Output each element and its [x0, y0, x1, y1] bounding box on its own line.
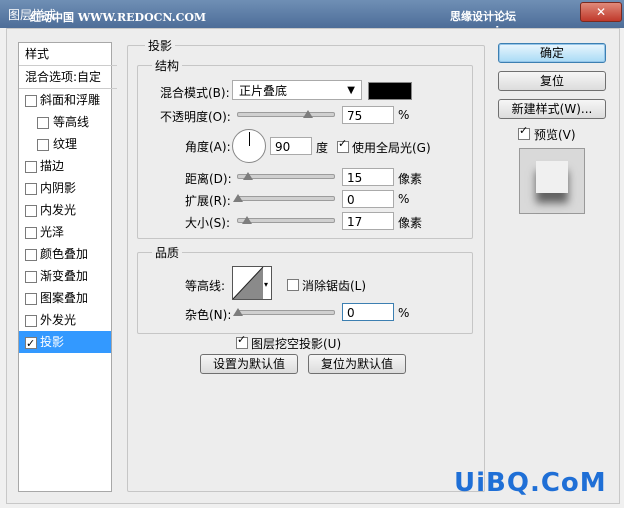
style-item-checkbox[interactable]	[25, 333, 37, 355]
distance-slider-thumb[interactable]	[243, 172, 253, 180]
drop-shadow-title: 投影	[145, 37, 176, 54]
noise-input[interactable]: 0	[342, 303, 394, 321]
blend-mode-select[interactable]: 正片叠底 ▼	[232, 80, 362, 100]
style-item-checkbox[interactable]	[37, 139, 49, 151]
contour-label: 等高线:	[185, 279, 226, 293]
opacity-slider-thumb[interactable]	[303, 110, 313, 118]
style-item-checkbox[interactable]	[25, 293, 37, 305]
style-item[interactable]: 渐变叠加	[19, 265, 111, 287]
chevron-down-icon: ▼	[347, 85, 355, 96]
distance-label: 距离(D):	[185, 172, 232, 186]
spread-unit: %	[398, 192, 410, 206]
knockout-label: 图层挖空投影(U)	[251, 337, 342, 351]
opacity-label: 不透明度(O):	[160, 110, 231, 124]
preview-square	[536, 161, 568, 193]
style-item-label: 内发光	[40, 203, 77, 217]
style-item-label: 外发光	[40, 313, 77, 327]
angle-needle	[249, 132, 250, 146]
styles-list: 样式 混合选项:自定 斜面和浮雕等高线纹理描边内阴影内发光光泽颜色叠加渐变叠加图…	[18, 42, 117, 492]
style-item-checkbox[interactable]	[25, 95, 37, 107]
style-item-label: 斜面和浮雕	[40, 93, 101, 107]
anti-alias-label: 消除锯齿(L)	[302, 279, 367, 293]
style-item[interactable]: 内发光	[19, 199, 111, 221]
structure-title: 结构	[152, 57, 183, 74]
angle-input[interactable]: 90	[270, 137, 312, 155]
style-preview-thumbnail	[519, 148, 585, 214]
styles-header[interactable]: 样式	[19, 43, 117, 66]
style-item-label: 纹理	[53, 137, 78, 151]
quality-title: 品质	[152, 244, 183, 261]
style-item-checkbox[interactable]	[25, 161, 37, 173]
angle-unit: 度	[316, 141, 329, 155]
size-slider-thumb[interactable]	[242, 216, 252, 224]
opacity-slider[interactable]	[237, 112, 335, 117]
style-item-checkbox[interactable]	[25, 205, 37, 217]
close-button[interactable]: ✕	[580, 2, 622, 22]
style-item[interactable]: 描边	[19, 155, 111, 177]
style-item-label: 内阴影	[40, 181, 77, 195]
style-item-checkbox[interactable]	[25, 249, 37, 261]
knockout-checkbox[interactable]	[236, 333, 248, 349]
blend-mode-label: 混合模式(B):	[160, 86, 230, 100]
distance-unit: 像素	[398, 172, 423, 186]
spread-slider[interactable]	[237, 196, 335, 201]
preview-label: 预览(V)	[534, 128, 576, 142]
style-item-checkbox[interactable]	[25, 227, 37, 239]
style-item[interactable]: 内阴影	[19, 177, 111, 199]
style-item-label: 颜色叠加	[40, 247, 89, 261]
size-label: 大小(S):	[185, 216, 231, 230]
style-item-label: 描边	[40, 159, 65, 173]
new-style-button[interactable]: 新建样式(W)...	[498, 99, 606, 119]
footer-logo: UiBQ.CoM	[454, 468, 607, 498]
style-item-checkbox[interactable]	[25, 183, 37, 195]
spread-label: 扩展(R):	[185, 194, 231, 208]
style-item[interactable]: 图案叠加	[19, 287, 111, 309]
style-item-label: 光泽	[40, 225, 65, 239]
style-item-checkbox[interactable]	[25, 315, 37, 327]
svg-text:▾: ▾	[264, 280, 268, 289]
make-default-button[interactable]: 设置为默认值	[200, 354, 298, 374]
distance-input[interactable]: 15	[342, 168, 394, 186]
noise-slider[interactable]	[237, 310, 335, 315]
style-item-label: 渐变叠加	[40, 269, 89, 283]
style-item[interactable]: 斜面和浮雕	[19, 89, 111, 111]
style-item-checkbox[interactable]	[25, 271, 37, 283]
noise-slider-thumb[interactable]	[233, 308, 243, 316]
reset-default-button[interactable]: 复位为默认值	[308, 354, 406, 374]
shadow-color-swatch[interactable]	[368, 82, 412, 100]
style-item-label: 投影	[40, 335, 65, 349]
angle-dial[interactable]	[232, 129, 266, 163]
spread-slider-thumb[interactable]	[233, 194, 243, 202]
style-item[interactable]: 等高线	[19, 111, 111, 133]
blend-mode-value: 正片叠底	[239, 84, 288, 98]
contour-picker[interactable]: ▾	[232, 266, 272, 300]
spread-input[interactable]: 0	[342, 190, 394, 208]
style-item-checkbox[interactable]	[37, 117, 49, 129]
style-item[interactable]: 颜色叠加	[19, 243, 111, 265]
reset-button[interactable]: 复位	[498, 71, 606, 91]
style-item[interactable]: 光泽	[19, 221, 111, 243]
style-item[interactable]: 外发光	[19, 309, 111, 331]
anti-alias-checkbox[interactable]	[287, 279, 299, 291]
style-item-label: 等高线	[53, 115, 90, 129]
noise-unit: %	[398, 306, 410, 320]
style-item[interactable]: 纹理	[19, 133, 111, 155]
global-light-label: 使用全局光(G)	[352, 141, 431, 155]
style-item-label: 图案叠加	[40, 291, 89, 305]
preview-checkbox[interactable]	[518, 124, 530, 140]
contour-curve-icon: ▾	[233, 267, 268, 299]
watermark-left: 红动中国 WWW.REDOCN.COM	[30, 11, 207, 24]
opacity-unit: %	[398, 108, 410, 122]
global-light-checkbox[interactable]	[337, 137, 349, 153]
angle-label: 角度(A):	[185, 140, 231, 154]
opacity-input[interactable]: 75	[342, 106, 394, 124]
ok-button[interactable]: 确定	[498, 43, 606, 63]
style-item[interactable]: 投影	[19, 331, 111, 355]
blend-options-item[interactable]: 混合选项:自定	[19, 66, 117, 89]
size-unit: 像素	[398, 216, 423, 230]
size-input[interactable]: 17	[342, 212, 394, 230]
noise-label: 杂色(N):	[185, 308, 232, 322]
